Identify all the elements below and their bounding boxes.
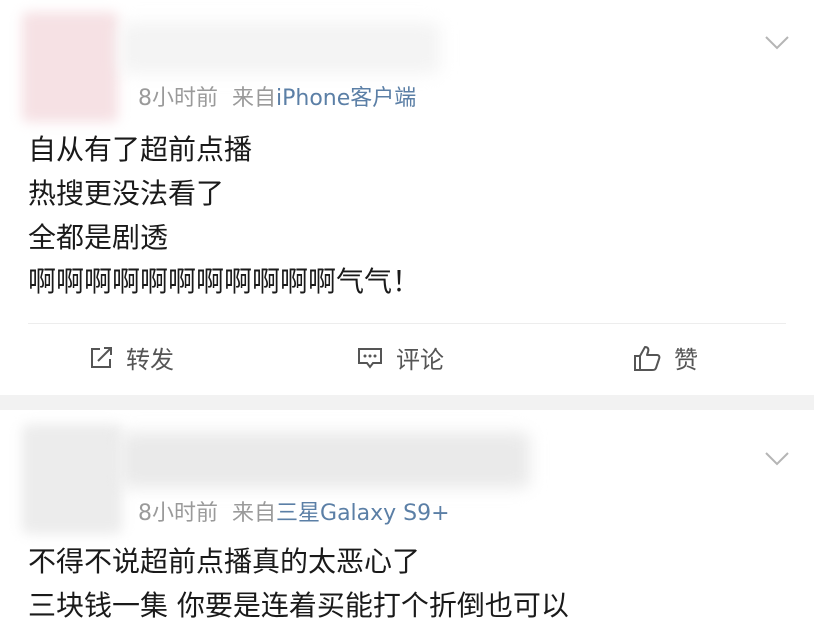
chevron-down-icon[interactable] <box>764 450 790 468</box>
like-label: 赞 <box>674 346 698 374</box>
post-meta: 8小时前 来自iPhone客户端 <box>138 80 416 112</box>
post-content: 不得不说超前点播真的太恶心了 三块钱一集 你要是连着买能打个折倒也可以 <box>28 540 569 628</box>
like-button[interactable]: 赞 <box>632 340 698 375</box>
divider <box>28 323 786 324</box>
source-link[interactable]: 三星Galaxy S9+ <box>276 501 450 526</box>
comment-button[interactable]: 评论 <box>356 340 444 375</box>
weibo-post: 8小时前 来自三星Galaxy S9+ 不得不说超前点播真的太恶心了 三块钱一集 … <box>0 410 814 640</box>
post-time: 8小时前 <box>138 86 218 111</box>
post-time: 8小时前 <box>138 501 218 526</box>
content-line: 啊啊啊啊啊啊啊啊啊啊啊气气！ <box>28 265 421 298</box>
content-line: 自从有了超前点播 <box>28 133 253 166</box>
action-bar: 转发 评论 赞 <box>0 336 814 380</box>
repost-icon <box>91 346 112 368</box>
content-line: 不得不说超前点播真的太恶心了 <box>28 545 421 578</box>
post-meta: 8小时前 来自三星Galaxy S9+ <box>138 495 450 527</box>
username-redacted[interactable] <box>120 22 440 74</box>
thumbs-up-icon <box>634 345 661 371</box>
source-prefix: 来自 <box>232 501 277 526</box>
source-link[interactable]: iPhone客户端 <box>276 86 416 111</box>
post-content: 自从有了超前点播 热搜更没法看了 全都是剧透 啊啊啊啊啊啊啊啊啊啊啊气气！ <box>28 128 420 304</box>
post-separator <box>0 395 814 410</box>
comment-icon <box>358 347 382 369</box>
content-line: 热搜更没法看了 <box>28 177 225 210</box>
comment-label: 评论 <box>396 346 444 374</box>
content-line: 三块钱一集 你要是连着买能打个折倒也可以 <box>28 589 569 622</box>
avatar[interactable] <box>22 12 118 122</box>
source-prefix: 来自 <box>232 86 277 111</box>
content-line: 全都是剧透 <box>28 221 169 254</box>
chevron-down-icon[interactable] <box>764 34 790 52</box>
username-redacted[interactable] <box>120 432 530 488</box>
repost-button[interactable]: 转发 <box>88 340 174 375</box>
repost-label: 转发 <box>126 346 174 374</box>
avatar[interactable] <box>22 424 122 534</box>
weibo-post: 8小时前 来自iPhone客户端 自从有了超前点播 热搜更没法看了 全都是剧透 啊… <box>0 0 814 395</box>
